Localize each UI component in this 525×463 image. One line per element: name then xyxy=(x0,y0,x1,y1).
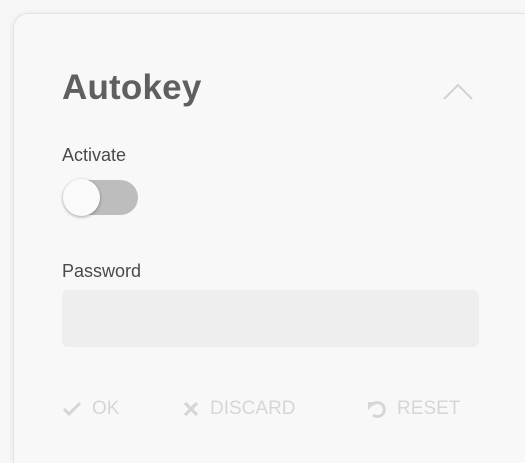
ok-label: OK xyxy=(92,398,120,419)
discard-label: DISCARD xyxy=(210,398,296,419)
undo-icon xyxy=(367,399,387,419)
activate-toggle[interactable] xyxy=(62,176,138,216)
ok-button[interactable]: OK xyxy=(62,394,119,424)
reset-label: RESET xyxy=(397,398,461,419)
activate-label: Activate xyxy=(62,145,127,165)
autokey-panel: Autokey Activate Password OK DISCARD RES… xyxy=(14,14,525,463)
action-bar: OK DISCARD RESET xyxy=(62,394,482,424)
reset-button[interactable]: RESET xyxy=(367,394,460,424)
panel-title: Autokey xyxy=(62,68,202,107)
toggle-knob xyxy=(63,179,100,216)
check-icon xyxy=(62,401,82,417)
collapse-button[interactable] xyxy=(440,80,476,108)
password-field[interactable] xyxy=(62,290,479,347)
password-label: Password xyxy=(62,261,142,281)
close-icon xyxy=(182,400,200,418)
chevron-up-icon xyxy=(442,83,474,106)
discard-button[interactable]: DISCARD xyxy=(182,394,296,424)
